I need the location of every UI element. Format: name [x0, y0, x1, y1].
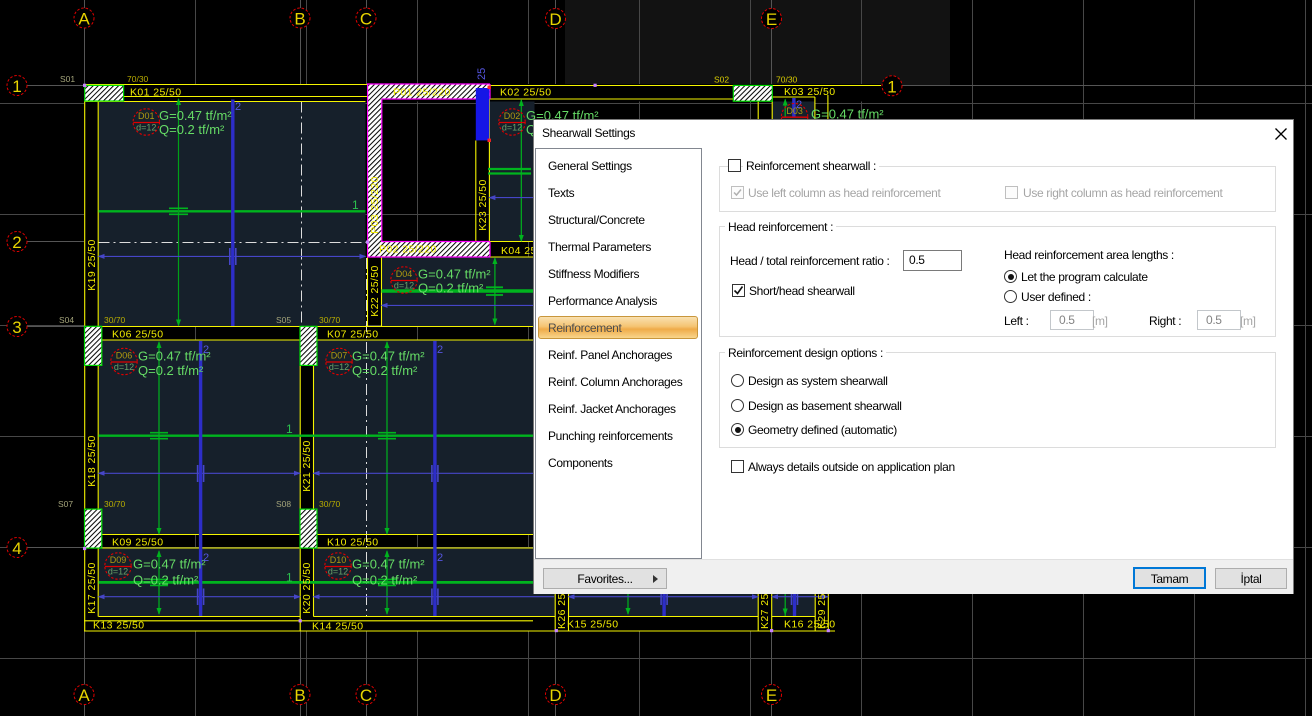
- svg-text:1: 1: [286, 422, 293, 436]
- svg-text:1: 1: [887, 77, 896, 96]
- svg-text:d=12: d=12: [136, 123, 156, 133]
- svg-text:P03 25/220: P03 25/220: [369, 176, 381, 234]
- svg-text:70/30: 70/30: [776, 75, 798, 85]
- svg-text:Q=0.2 tf/m²: Q=0.2 tf/m²: [352, 363, 418, 378]
- svg-text:4: 4: [12, 539, 21, 558]
- svg-text:70/30: 70/30: [127, 74, 149, 84]
- svg-text:30/70: 30/70: [104, 499, 126, 509]
- svg-text:S02: S02: [714, 75, 729, 85]
- svg-text:D10: D10: [330, 555, 347, 565]
- svg-text:P02 25/220: P02 25/220: [379, 244, 437, 256]
- svg-text:G=0.47 tf/m²: G=0.47 tf/m²: [138, 349, 211, 364]
- svg-text:3: 3: [12, 318, 21, 337]
- svg-text:K20 25/50: K20 25/50: [301, 562, 313, 613]
- svg-text:K06 25/50: K06 25/50: [112, 329, 163, 341]
- svg-text:2: 2: [203, 344, 209, 356]
- svg-text:1: 1: [352, 198, 359, 212]
- svg-text:K19 25/50: K19 25/50: [86, 239, 98, 290]
- svg-text:D02: D02: [504, 111, 521, 121]
- svg-text:S01: S01: [60, 74, 75, 84]
- svg-text:Q=0.2 tf/m²: Q=0.2 tf/m²: [159, 122, 225, 137]
- svg-text:2: 2: [437, 344, 443, 356]
- svg-text:D: D: [549, 10, 561, 29]
- svg-text:2: 2: [235, 101, 241, 113]
- svg-text:P01 25/220: P01 25/220: [393, 87, 451, 99]
- svg-text:Q=0.2 tf/m²: Q=0.2 tf/m²: [133, 573, 199, 588]
- svg-text:E: E: [766, 686, 777, 705]
- svg-text:S04: S04: [59, 315, 74, 325]
- svg-text:K21 25/50: K21 25/50: [301, 440, 313, 491]
- svg-text:K07 25/50: K07 25/50: [327, 329, 378, 341]
- svg-text:D01: D01: [138, 111, 155, 121]
- svg-text:K04 25: K04 25: [501, 245, 537, 257]
- svg-text:d=12: d=12: [108, 567, 128, 577]
- svg-text:D09: D09: [110, 555, 127, 565]
- svg-text:C: C: [360, 686, 372, 705]
- svg-text:K09 25/50: K09 25/50: [112, 537, 163, 549]
- svg-text:Q=0.2 tf/m²: Q=0.2 tf/m²: [138, 363, 204, 378]
- svg-text:K14 25/50: K14 25/50: [312, 621, 363, 633]
- svg-text:E: E: [766, 10, 777, 29]
- svg-text:d=12: d=12: [394, 281, 414, 291]
- svg-text:G=0.47 tf/m²: G=0.47 tf/m²: [418, 267, 491, 282]
- svg-text:G=0.47 tf/m²: G=0.47 tf/m²: [133, 557, 206, 572]
- svg-text:30/70: 30/70: [319, 499, 341, 509]
- svg-text:G=0.47 tf/m²: G=0.47 tf/m²: [159, 108, 232, 123]
- svg-text:2: 2: [203, 552, 209, 564]
- svg-text:S08: S08: [276, 499, 291, 509]
- svg-text:C: C: [360, 10, 372, 29]
- svg-text:d=12: d=12: [329, 362, 349, 372]
- svg-text:D: D: [549, 686, 561, 705]
- svg-text:B: B: [294, 10, 305, 29]
- svg-text:K18 25/50: K18 25/50: [86, 435, 98, 486]
- svg-text:K13 25/50: K13 25/50: [93, 620, 144, 632]
- svg-text:B: B: [294, 686, 305, 705]
- svg-text:30/70: 30/70: [104, 315, 126, 325]
- svg-text:d=12: d=12: [502, 123, 522, 133]
- svg-text:d=12: d=12: [114, 362, 134, 372]
- svg-text:A: A: [78, 686, 90, 705]
- svg-text:K22 25/50: K22 25/50: [369, 265, 381, 316]
- svg-text:G=0.47 tf/m²: G=0.47 tf/m²: [352, 349, 425, 364]
- svg-text:1: 1: [286, 571, 293, 585]
- svg-text:D03: D03: [786, 106, 803, 116]
- svg-text:K03 25/50: K03 25/50: [784, 86, 835, 98]
- svg-text:K23 25/50: K23 25/50: [477, 179, 489, 230]
- svg-text:G=0.47 tf/m²: G=0.47 tf/m²: [352, 557, 425, 572]
- svg-text:S05: S05: [276, 315, 291, 325]
- svg-text:S07: S07: [58, 499, 73, 509]
- svg-text:d=12: d=12: [328, 567, 348, 577]
- svg-text:A: A: [78, 10, 90, 29]
- svg-text:K10 25/50: K10 25/50: [327, 537, 378, 549]
- svg-text:D06: D06: [116, 351, 133, 361]
- svg-text:K02 25/50: K02 25/50: [500, 87, 551, 99]
- svg-text:2: 2: [12, 233, 21, 252]
- svg-text:D07: D07: [331, 351, 348, 361]
- svg-text:25: 25: [476, 68, 488, 80]
- svg-text:K01 25/50: K01 25/50: [130, 87, 181, 99]
- svg-text:2: 2: [437, 552, 443, 564]
- svg-text:1: 1: [12, 77, 21, 96]
- svg-text:D04: D04: [396, 269, 413, 279]
- svg-text:K17 25/50: K17 25/50: [86, 562, 98, 613]
- svg-text:Q=0.2 tf/m²: Q=0.2 tf/m²: [418, 281, 484, 296]
- svg-text:Q=0.2 tf/m²: Q=0.2 tf/m²: [352, 573, 418, 588]
- svg-text:K15 25/50: K15 25/50: [567, 619, 618, 631]
- svg-text:30/70: 30/70: [319, 315, 341, 325]
